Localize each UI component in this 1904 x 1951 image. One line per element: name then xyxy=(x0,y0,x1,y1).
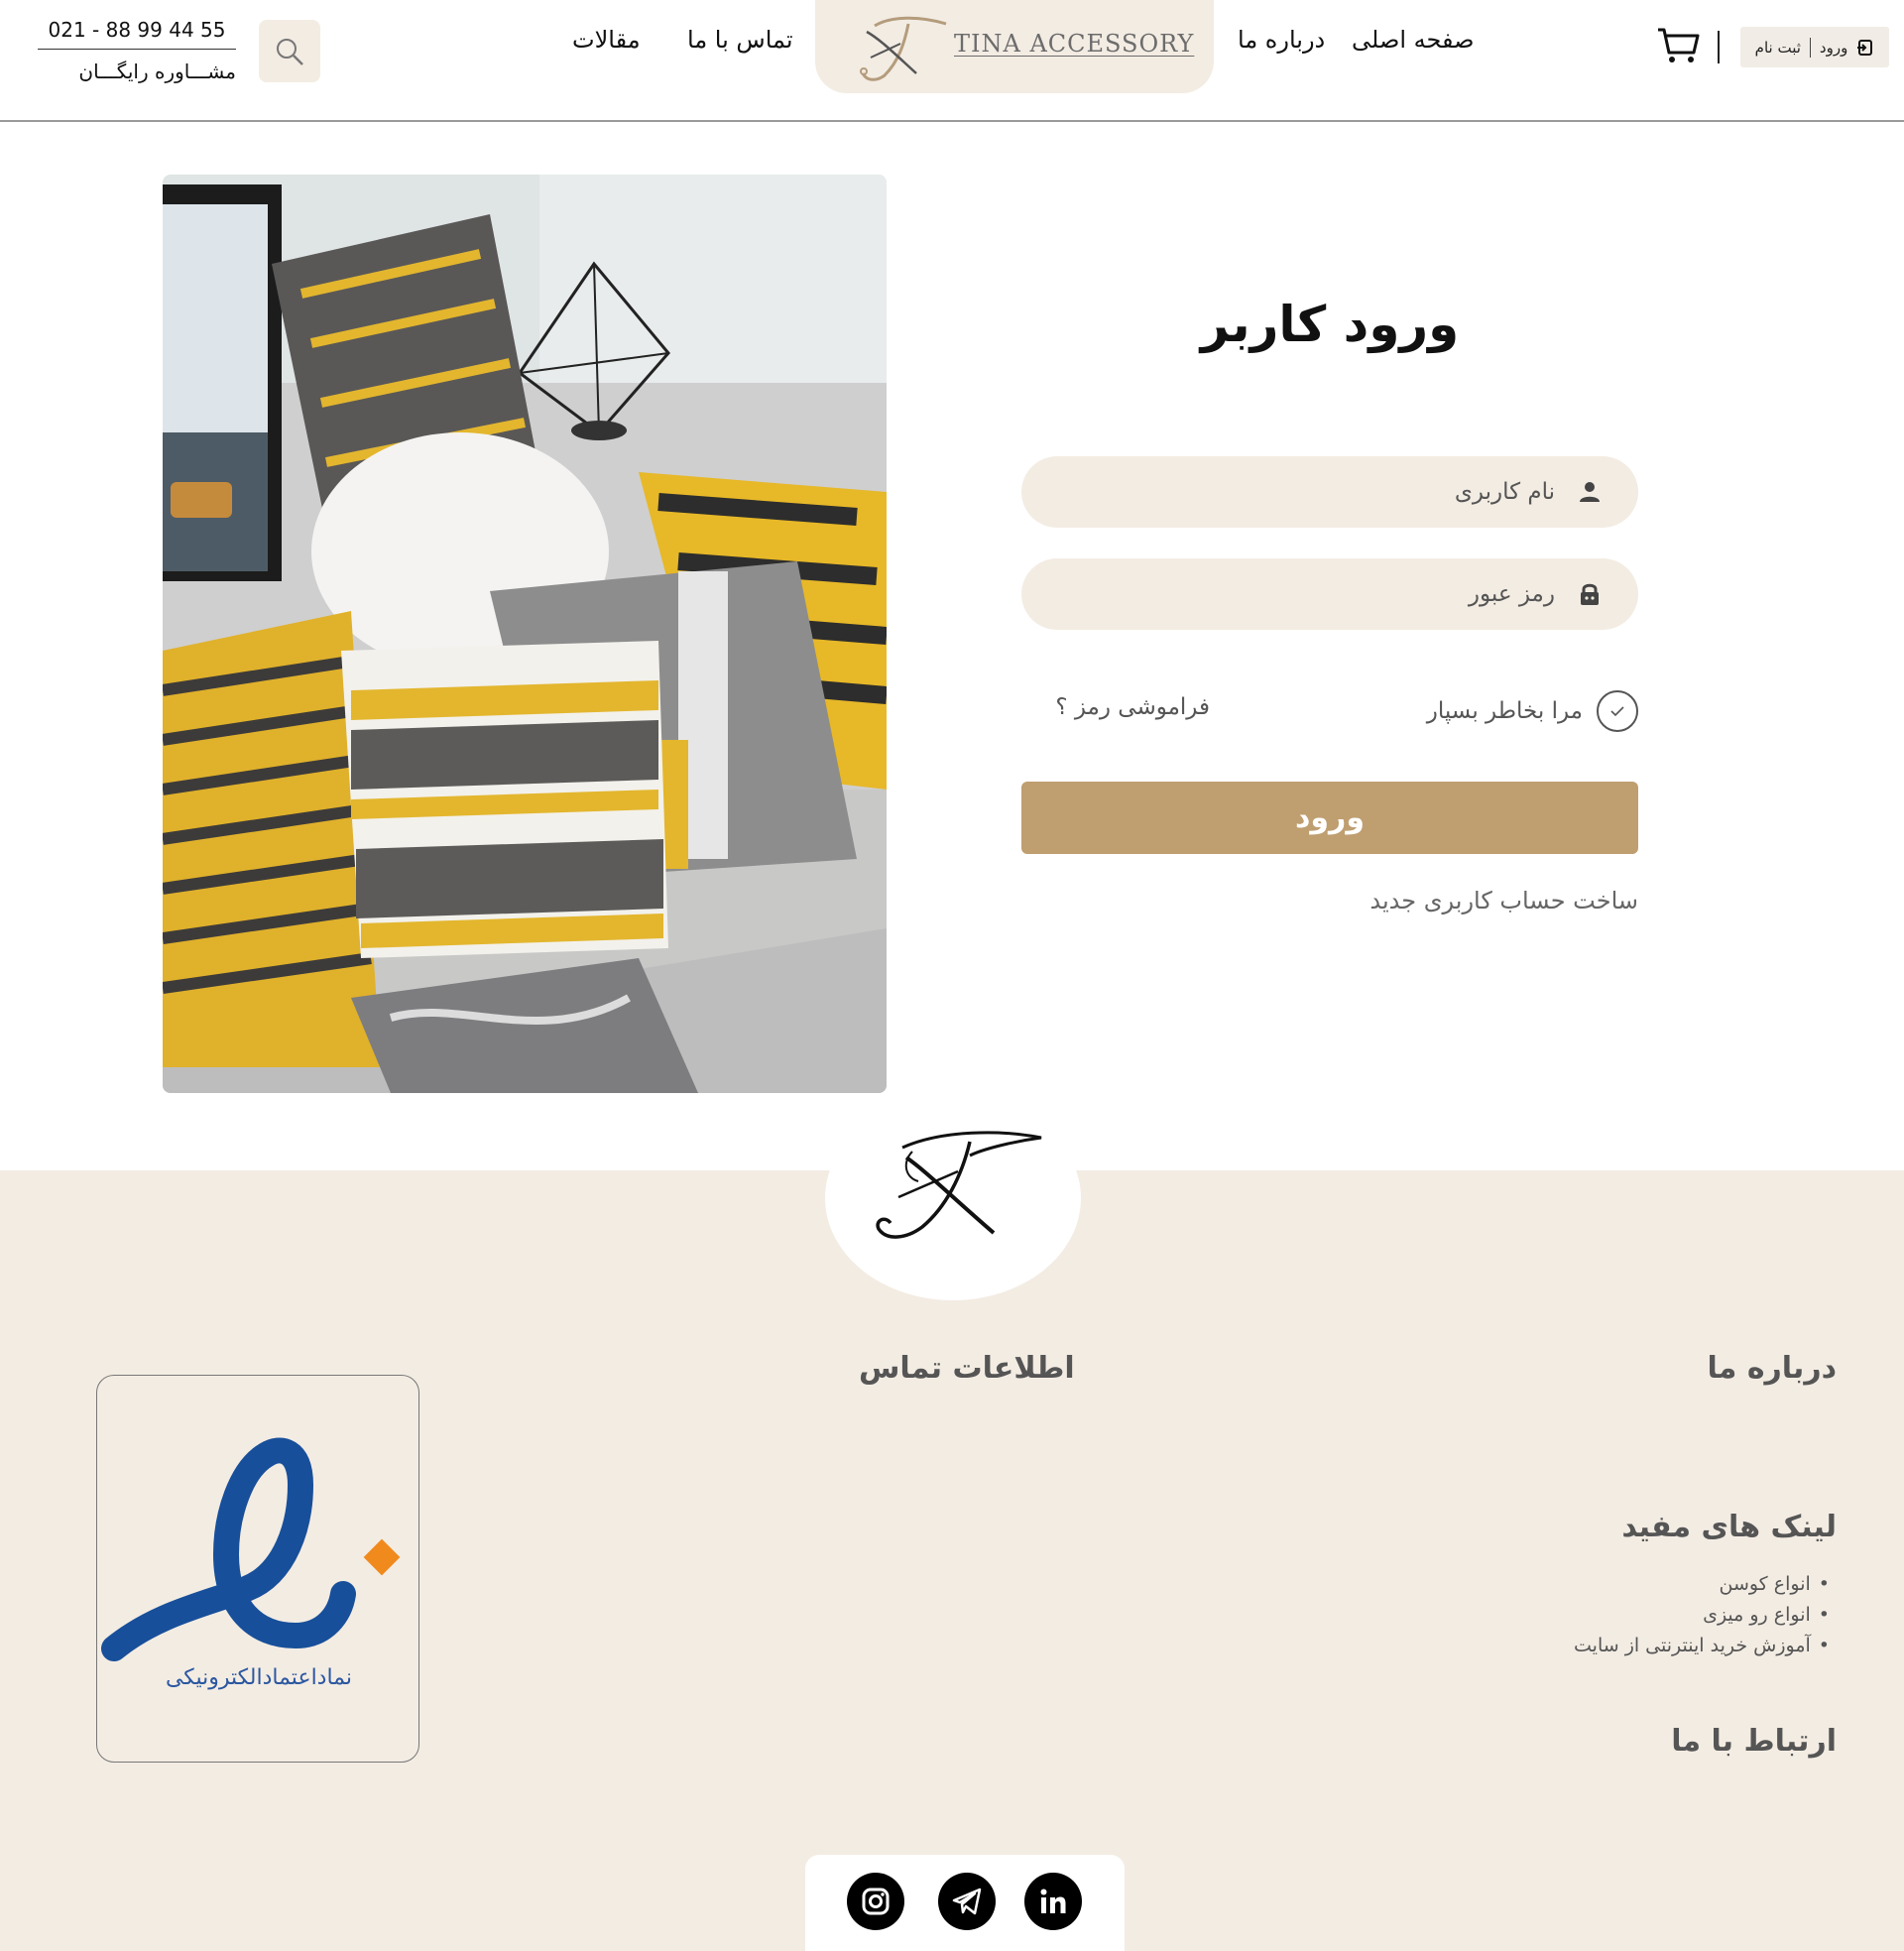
login-icon xyxy=(1857,39,1873,56)
nav-about[interactable]: درباره ما xyxy=(1238,26,1325,54)
search-button[interactable] xyxy=(259,20,320,82)
lock-icon xyxy=(1577,581,1603,607)
forgot-password-link[interactable]: فراموشی رمز ؟ xyxy=(1021,694,1210,720)
cart-icon[interactable] xyxy=(1656,26,1702,65)
useful-links-list: انواع کوسن انواع رو میزی آموزش خرید اینت… xyxy=(1574,1569,1830,1661)
tina-logo-icon xyxy=(876,1131,1042,1239)
instagram-icon xyxy=(862,1888,890,1915)
free-consultation-label: مشـــاوره رایگـــان xyxy=(78,60,236,83)
cart-divider xyxy=(1718,31,1720,63)
nav-contact[interactable]: تماس با ما xyxy=(687,26,793,54)
linkedin-icon xyxy=(1040,1889,1066,1913)
username-field[interactable] xyxy=(1021,456,1638,528)
enamad-badge[interactable]: نماداعتمادالکترونیکی xyxy=(96,1375,419,1763)
social-bar xyxy=(805,1855,1125,1951)
auth-box[interactable]: ورود ثبت نام xyxy=(1740,27,1889,67)
remember-checkbox[interactable] xyxy=(1597,690,1638,732)
search-icon xyxy=(277,38,303,65)
telegram-icon xyxy=(952,1888,982,1915)
nav-home[interactable]: صفحه اصلی xyxy=(1352,26,1475,54)
remember-label: مرا بخاطر بسپار xyxy=(1426,698,1583,724)
footer-link-online-shopping-guide[interactable]: آموزش خرید اینترنتی از سایت xyxy=(1574,1631,1830,1661)
footer-links-title: لینک های مفید xyxy=(1621,1510,1837,1544)
auth-separator xyxy=(1809,37,1811,58)
tina-logo-icon xyxy=(860,16,947,81)
login-submit-button[interactable]: ورود xyxy=(1021,782,1638,854)
footer-about-title: درباره ما xyxy=(1707,1351,1837,1386)
username-input[interactable] xyxy=(1079,479,1555,505)
hero-image xyxy=(163,175,887,1093)
footer-contact-title: اطلاعات تماس xyxy=(859,1351,1075,1386)
create-account-link[interactable]: ساخت حساب کاربری جدید xyxy=(1021,887,1638,915)
enamad-logo-icon xyxy=(101,1437,401,1661)
brand-logo[interactable]: TINA ACCESSORY xyxy=(815,0,1214,93)
login-link[interactable]: ورود xyxy=(1820,39,1847,57)
password-input[interactable] xyxy=(1079,581,1555,607)
footer-connect-title: ارتباط با ما xyxy=(1671,1724,1837,1759)
phone-number[interactable]: 021 - 88 99 44 55 xyxy=(38,18,236,50)
brand-name: TINA ACCESSORY xyxy=(954,30,1195,58)
footer-link-tablecloths[interactable]: انواع رو میزی xyxy=(1574,1600,1830,1631)
enamad-label: نماداعتمادالکترونیکی xyxy=(165,1665,353,1690)
login-title: ورود کاربر xyxy=(1200,296,1460,353)
linkedin-button[interactable] xyxy=(1024,1873,1082,1930)
instagram-button[interactable] xyxy=(847,1873,904,1930)
footer-logo xyxy=(825,1096,1081,1300)
user-icon xyxy=(1577,479,1603,505)
password-field[interactable] xyxy=(1021,558,1638,630)
checkmark-icon xyxy=(1610,706,1624,717)
remember-me[interactable]: مرا بخاطر بسپار xyxy=(1408,688,1638,734)
nav-articles[interactable]: مقالات xyxy=(572,26,641,54)
telegram-button[interactable] xyxy=(938,1873,996,1930)
footer-link-cushions[interactable]: انواع کوسن xyxy=(1574,1569,1830,1600)
site-header: ورود ثبت نام صفحه اصلی درباره ما TINA AC… xyxy=(0,0,1904,122)
register-link-top[interactable]: ثبت نام xyxy=(1755,39,1801,57)
